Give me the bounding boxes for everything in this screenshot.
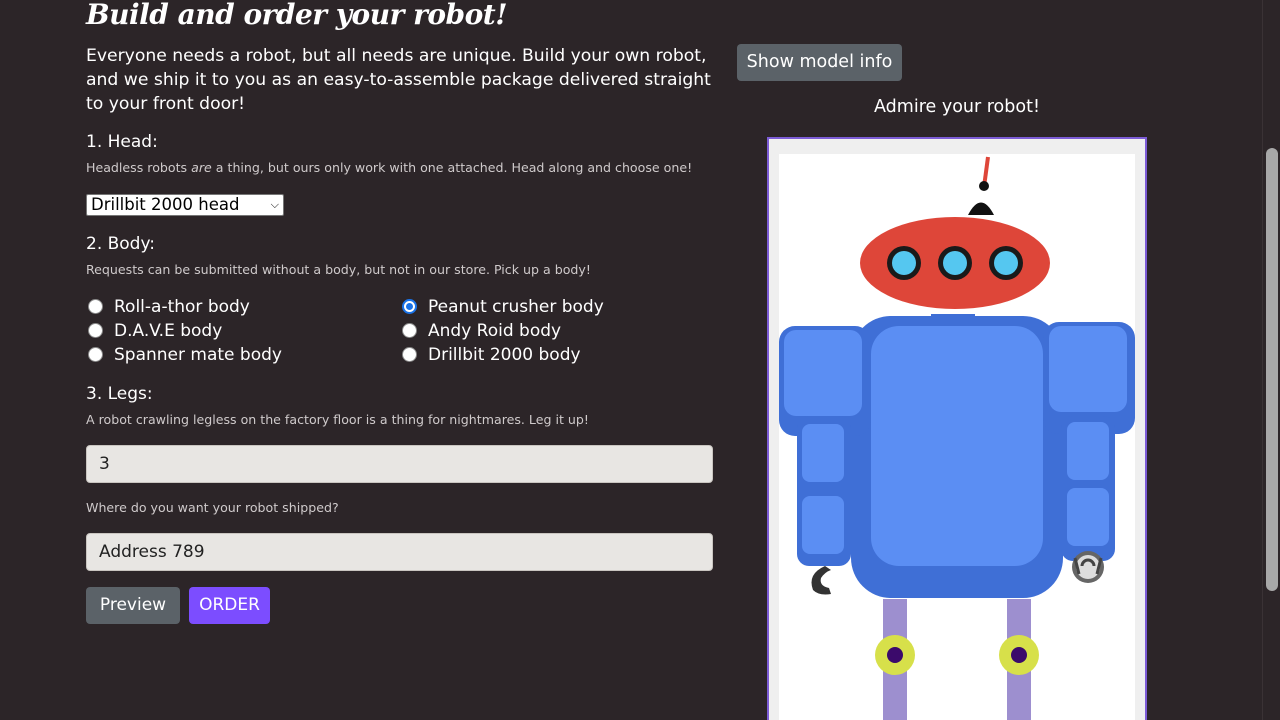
page: Build and order your robot! Everyone nee… [0,0,1280,720]
radio-button[interactable] [88,299,103,314]
head-heading: 1. Head: [86,132,158,152]
legs-heading: 3. Legs: [86,384,153,404]
radio-button[interactable] [88,347,103,362]
body-option-label: Andy Roid body [428,320,562,341]
body-option[interactable]: Andy Roid body [402,320,628,341]
preview-caption: Admire your robot! [874,97,1040,117]
body-option[interactable]: Drillbit 2000 body [402,344,628,365]
preview-button[interactable]: Preview [86,587,180,624]
body-help: Requests can be submitted without a body… [86,262,591,277]
body-option-label: Spanner mate body [114,344,282,365]
body-option[interactable]: Peanut crusher body [402,296,628,317]
radio-button[interactable] [88,323,103,338]
page-title: Build and order your robot! [86,0,507,31]
head-select[interactable]: Drillbit 2000 head ⌵ [86,194,284,216]
radio-button-checked[interactable] [402,299,417,314]
body-option[interactable]: Spanner mate body [88,344,402,365]
robot-head [860,217,1050,309]
robot-preview [779,154,1135,720]
robot-body [851,314,1063,598]
body-heading: 2. Body: [86,234,156,254]
radio-button[interactable] [402,347,417,362]
legs-help: A robot crawling legless on the factory … [86,412,589,427]
radio-button[interactable] [402,323,417,338]
body-option-label: Peanut crusher body [428,296,604,317]
robot-image [779,156,1135,720]
robot-legs [875,599,1039,720]
shipping-help: Where do you want your robot shipped? [86,500,339,515]
body-option[interactable]: D.A.V.E body [88,320,402,341]
body-option-label: Drillbit 2000 body [428,344,581,365]
body-option[interactable]: Roll-a-thor body [88,296,402,317]
scrollbar-thumb[interactable] [1266,148,1278,591]
address-input[interactable]: Address 789 [86,533,713,571]
show-model-info-button[interactable]: Show model info [737,44,902,81]
robot-antenna [968,156,994,215]
legs-input[interactable]: 3 [86,445,713,483]
scrollbar[interactable] [1262,0,1280,720]
chevron-down-icon: ⌵ [270,198,279,211]
intro-text: Everyone needs a robot, but all needs ar… [86,46,711,114]
body-option-label: Roll-a-thor body [114,296,250,317]
head-help: Headless robots are a thing, but ours on… [86,160,693,175]
body-radio-group: Roll-a-thor body Peanut crusher body D.A… [88,296,628,365]
order-button[interactable]: ORDER [189,587,270,624]
robot-preview-frame [767,137,1147,720]
head-select-value: Drillbit 2000 head [91,195,240,214]
body-option-label: D.A.V.E body [114,320,223,341]
